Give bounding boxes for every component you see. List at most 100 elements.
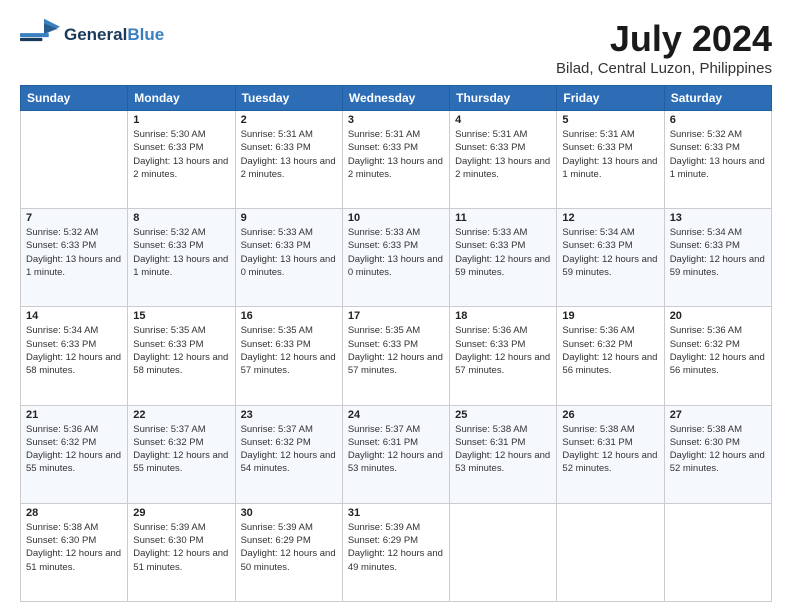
day-info: Sunrise: 5:32 AMSunset: 6:33 PMDaylight:… [670,128,766,181]
logo: GeneralBlue [20,18,164,53]
day-info: Sunrise: 5:32 AMSunset: 6:33 PMDaylight:… [26,226,122,279]
day-number: 29 [133,507,229,519]
day-info: Sunrise: 5:30 AMSunset: 6:33 PMDaylight:… [133,128,229,181]
day-number: 30 [241,507,337,519]
day-number: 20 [670,310,766,322]
table-cell: 31Sunrise: 5:39 AMSunset: 6:29 PMDayligh… [342,503,449,601]
day-info: Sunrise: 5:33 AMSunset: 6:33 PMDaylight:… [348,226,444,279]
day-number: 22 [133,409,229,421]
calendar-table: Sunday Monday Tuesday Wednesday Thursday… [20,85,772,602]
table-cell: 22Sunrise: 5:37 AMSunset: 6:32 PMDayligh… [128,405,235,503]
calendar-week-row: 14 Sunrise: 5:34 AMSunset: 6:33 PMDayligh… [21,307,772,405]
table-cell: 13 Sunrise: 5:34 AMSunset: 6:33 PMDayligh… [664,209,771,307]
day-number: 16 [241,310,337,322]
table-cell: 9Sunrise: 5:33 AMSunset: 6:33 PMDaylight… [235,209,342,307]
logo-blue: Blue [127,25,164,44]
day-number: 21 [26,409,122,421]
day-info: Sunrise: 5:33 AMSunset: 6:33 PMDaylight:… [241,226,337,279]
day-number: 19 [562,310,658,322]
day-info: Sunrise: 5:35 AMSunset: 6:33 PMDaylight:… [348,324,444,377]
day-number: 5 [562,114,658,126]
day-info: Sunrise: 5:31 AMSunset: 6:33 PMDaylight:… [241,128,337,181]
day-info: Sunrise: 5:36 AMSunset: 6:32 PMDaylight:… [562,324,658,377]
col-wednesday: Wednesday [342,86,449,111]
day-info: Sunrise: 5:38 AMSunset: 6:31 PMDaylight:… [562,423,658,476]
table-cell: 15 Sunrise: 5:35 AMSunset: 6:33 PMDayligh… [128,307,235,405]
table-cell: 17 Sunrise: 5:35 AMSunset: 6:33 PMDayligh… [342,307,449,405]
day-info: Sunrise: 5:36 AMSunset: 6:32 PMDaylight:… [670,324,766,377]
table-cell [450,503,557,601]
table-cell [664,503,771,601]
col-tuesday: Tuesday [235,86,342,111]
table-cell: 6 Sunrise: 5:32 AMSunset: 6:33 PMDaylight… [664,111,771,209]
day-info: Sunrise: 5:34 AMSunset: 6:33 PMDaylight:… [670,226,766,279]
day-info: Sunrise: 5:38 AMSunset: 6:30 PMDaylight:… [670,423,766,476]
subtitle: Bilad, Central Luzon, Philippines [556,60,772,77]
day-number: 23 [241,409,337,421]
day-info: Sunrise: 5:34 AMSunset: 6:33 PMDaylight:… [562,226,658,279]
day-number: 7 [26,212,122,224]
day-info: Sunrise: 5:39 AMSunset: 6:29 PMDaylight:… [241,521,337,574]
day-number: 26 [562,409,658,421]
day-number: 3 [348,114,444,126]
day-info: Sunrise: 5:37 AMSunset: 6:32 PMDaylight:… [241,423,337,476]
day-info: Sunrise: 5:32 AMSunset: 6:33 PMDaylight:… [133,226,229,279]
day-info: Sunrise: 5:39 AMSunset: 6:30 PMDaylight:… [133,521,229,574]
table-cell: 27 Sunrise: 5:38 AMSunset: 6:30 PMDayligh… [664,405,771,503]
day-number: 1 [133,114,229,126]
title-block: July 2024 Bilad, Central Luzon, Philippi… [556,18,772,77]
table-cell [21,111,128,209]
col-sunday: Sunday [21,86,128,111]
table-cell: 2Sunrise: 5:31 AMSunset: 6:33 PMDaylight… [235,111,342,209]
table-cell: 29 Sunrise: 5:39 AMSunset: 6:30 PMDayligh… [128,503,235,601]
day-number: 8 [133,212,229,224]
calendar-header-row: Sunday Monday Tuesday Wednesday Thursday… [21,86,772,111]
col-monday: Monday [128,86,235,111]
table-cell: 1 Sunrise: 5:30 AMSunset: 6:33 PMDaylight… [128,111,235,209]
day-number: 14 [26,310,122,322]
day-info: Sunrise: 5:37 AMSunset: 6:31 PMDaylight:… [348,423,444,476]
day-number: 4 [455,114,551,126]
day-number: 18 [455,310,551,322]
table-cell: 4Sunrise: 5:31 AMSunset: 6:33 PMDaylight… [450,111,557,209]
day-number: 17 [348,310,444,322]
table-cell: 19 Sunrise: 5:36 AMSunset: 6:32 PMDayligh… [557,307,664,405]
table-cell: 28Sunrise: 5:38 AMSunset: 6:30 PMDayligh… [21,503,128,601]
day-number: 15 [133,310,229,322]
day-info: Sunrise: 5:33 AMSunset: 6:33 PMDaylight:… [455,226,551,279]
day-info: Sunrise: 5:35 AMSunset: 6:33 PMDaylight:… [241,324,337,377]
header: GeneralBlue July 2024 Bilad, Central Luz… [20,18,772,77]
calendar-week-row: 28Sunrise: 5:38 AMSunset: 6:30 PMDayligh… [21,503,772,601]
calendar-week-row: 7 Sunrise: 5:32 AMSunset: 6:33 PMDaylight… [21,209,772,307]
table-cell: 25Sunrise: 5:38 AMSunset: 6:31 PMDayligh… [450,405,557,503]
table-cell: 12 Sunrise: 5:34 AMSunset: 6:33 PMDayligh… [557,209,664,307]
main-title: July 2024 [556,18,772,60]
day-info: Sunrise: 5:38 AMSunset: 6:30 PMDaylight:… [26,521,122,574]
table-cell: 3 Sunrise: 5:31 AMSunset: 6:33 PMDaylight… [342,111,449,209]
table-cell: 11 Sunrise: 5:33 AMSunset: 6:33 PMDayligh… [450,209,557,307]
logo-icon [20,18,60,53]
table-cell: 5 Sunrise: 5:31 AMSunset: 6:33 PMDaylight… [557,111,664,209]
day-info: Sunrise: 5:35 AMSunset: 6:33 PMDaylight:… [133,324,229,377]
day-number: 12 [562,212,658,224]
day-number: 24 [348,409,444,421]
table-cell: 30 Sunrise: 5:39 AMSunset: 6:29 PMDayligh… [235,503,342,601]
day-number: 6 [670,114,766,126]
table-cell: 16 Sunrise: 5:35 AMSunset: 6:33 PMDayligh… [235,307,342,405]
day-number: 27 [670,409,766,421]
day-info: Sunrise: 5:31 AMSunset: 6:33 PMDaylight:… [348,128,444,181]
logo-text-block: GeneralBlue [64,26,164,45]
day-info: Sunrise: 5:34 AMSunset: 6:33 PMDaylight:… [26,324,122,377]
table-cell: 24 Sunrise: 5:37 AMSunset: 6:31 PMDayligh… [342,405,449,503]
logo-general: General [64,25,127,44]
table-cell [557,503,664,601]
col-friday: Friday [557,86,664,111]
table-cell: 7 Sunrise: 5:32 AMSunset: 6:33 PMDaylight… [21,209,128,307]
table-cell: 23 Sunrise: 5:37 AMSunset: 6:32 PMDayligh… [235,405,342,503]
day-info: Sunrise: 5:31 AMSunset: 6:33 PMDaylight:… [562,128,658,181]
day-info: Sunrise: 5:39 AMSunset: 6:29 PMDaylight:… [348,521,444,574]
day-number: 11 [455,212,551,224]
day-number: 13 [670,212,766,224]
day-number: 10 [348,212,444,224]
col-saturday: Saturday [664,86,771,111]
